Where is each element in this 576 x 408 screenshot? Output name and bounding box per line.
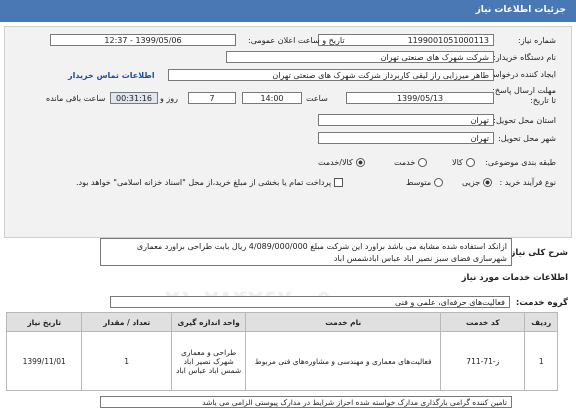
city-label: شهر محل تحویل:: [498, 134, 556, 143]
deadline-label: مهلت ارسال پاسخ: تا تاریخ:: [492, 86, 556, 105]
buyer-contact-link[interactable]: اطلاعات تماس خریدار: [68, 71, 155, 80]
creator-name-field: طاهر میرزایی راز لیقی کاربرداز شرکت شهرک…: [168, 69, 494, 81]
buyer-name-field: شرکت شهرک های صنعتی تهران: [226, 51, 494, 63]
footer-note: تامین کننده گرامی بارگذاری مدارک خواسته …: [100, 396, 512, 408]
col-service-code: کد خدمت: [440, 312, 526, 332]
days-field: 7: [188, 92, 236, 104]
process-radio-partial[interactable]: جزیی: [462, 178, 493, 187]
cell-unit: طراحی و معماری شهرک نصیر اباد شمس اباد ع…: [170, 331, 247, 391]
announce-datetime-field: 1399/05/06 - 12:37: [50, 34, 236, 46]
col-quantity: تعداد / مقدار: [81, 312, 172, 332]
general-description: ازانکد استفاده شده مشابه می باشد براورد …: [100, 238, 512, 266]
deadline-date-field: 1399/05/13: [346, 92, 494, 104]
city-field: تهران: [318, 132, 494, 144]
general-desc-label: شرح کلی نیاز:: [507, 248, 568, 258]
services-table: تاریخ نیاز تعداد / مقدار واحد اندازه گیر…: [5, 312, 558, 391]
page-title: جزئیات اطلاعات نیاز: [475, 5, 566, 15]
cell-row: 1: [524, 331, 558, 391]
col-row: ردیف: [524, 312, 558, 332]
deadline-time-field: 14:00: [242, 92, 302, 104]
cell-service-name: فعالیت‌های معماری و مهندسی و مشاوره‌های …: [245, 331, 442, 391]
cell-service-code: ز-71-711: [440, 331, 526, 391]
col-service-name: نام خدمت: [245, 312, 442, 332]
service-group-field: فعالیت‌های حرفه‌ای، علمی و فنی: [110, 296, 510, 308]
col-need-date: تاریخ نیاز: [5, 312, 83, 332]
category-radio-goods[interactable]: کالا: [452, 158, 475, 167]
days-label: روز و: [160, 94, 178, 103]
province-field: تهران: [318, 114, 494, 126]
announce-label: تاریخ و ساعت اعلان عمومی:: [248, 36, 345, 45]
remaining-time-field: 00:31:16: [110, 92, 158, 104]
category-radio-service[interactable]: خدمت: [394, 158, 428, 167]
time-label: ساعت: [306, 94, 328, 103]
need-number-label: شماره نیاز:: [518, 36, 556, 45]
category-label: طبقه بندی موضوعی:: [485, 158, 556, 167]
process-radio-medium[interactable]: متوسط: [406, 178, 444, 187]
table-row: 1399/11/01 1 طراحی و معماری شهرک نصیر اب…: [5, 331, 558, 391]
table-header-row: تاریخ نیاز تعداد / مقدار واحد اندازه گیر…: [5, 312, 558, 332]
province-label: استان محل تحویل:: [493, 116, 556, 125]
process-label: نوع فرآیند خرید :: [499, 178, 556, 187]
service-group-label: گروه خدمت:: [515, 298, 568, 308]
cell-quantity: 1: [81, 331, 172, 391]
payment-checkbox[interactable]: پرداخت تمام یا بخشی از مبلغ خرید،از محل …: [76, 178, 344, 187]
col-unit: واحد اندازه گیری: [170, 312, 247, 332]
buyer-label: نام دستگاه خریدار:: [493, 53, 556, 62]
category-radio-goods-service[interactable]: کالا/خدمت: [318, 158, 365, 167]
remaining-label: ساعت باقی مانده: [46, 94, 106, 103]
cell-need-date: 1399/11/01: [5, 331, 83, 391]
services-info-heading: اطلاعات خدمات مورد نیاز: [461, 273, 568, 283]
page-header: جزئیات اطلاعات نیاز: [0, 0, 576, 22]
